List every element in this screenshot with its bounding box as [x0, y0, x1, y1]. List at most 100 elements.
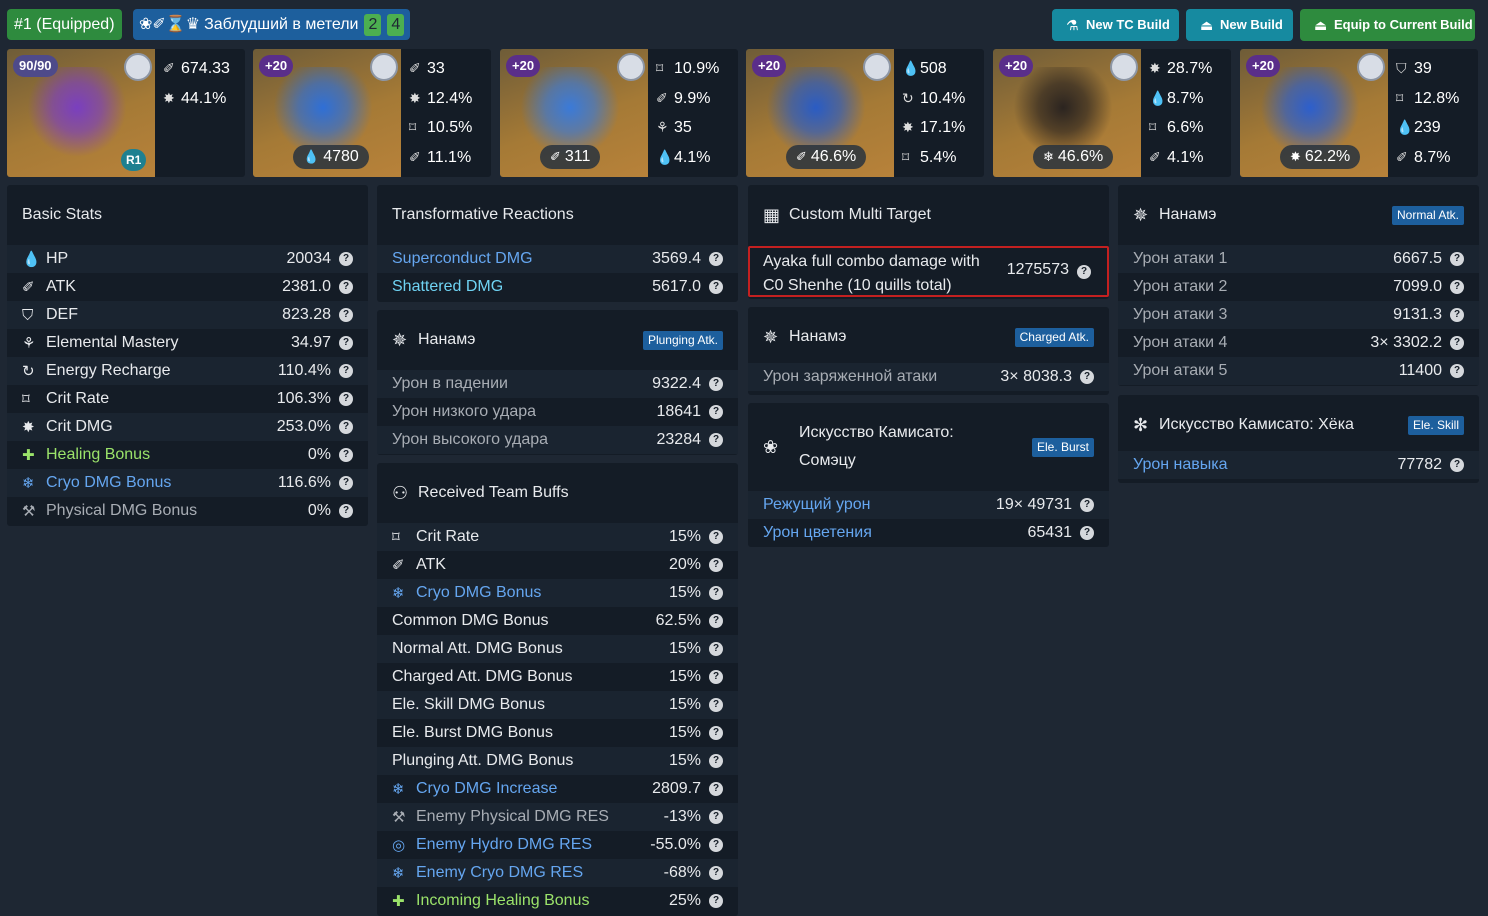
- main-stat-value: 62.2%: [1304, 148, 1351, 165]
- main-stat-icon: ✐: [796, 149, 807, 164]
- help-icon[interactable]: ?: [709, 894, 723, 908]
- stat-icon: ✐: [409, 60, 421, 76]
- new-tc-build-button[interactable]: ⚗ New TC Build: [1052, 9, 1179, 41]
- normal-list: Урон атаки 1 6667.5? Урон атаки 2 7099.0? Ур…: [1118, 245, 1479, 385]
- help-icon[interactable]: ?: [339, 252, 353, 266]
- substat: ✸ 17.1%: [902, 116, 980, 146]
- artifact-icon: [273, 67, 373, 157]
- stat-value: 15%: [668, 528, 701, 545]
- help-icon[interactable]: ?: [1450, 280, 1464, 294]
- help-icon[interactable]: ?: [339, 420, 353, 434]
- damage-row: Урон атаки 5 11400?: [1118, 357, 1479, 385]
- help-icon[interactable]: ?: [709, 726, 723, 740]
- stat-row: ↻ Energy Recharge 110.4%?: [7, 357, 368, 385]
- help-icon[interactable]: ?: [709, 280, 723, 294]
- artifact-icon: [520, 67, 620, 157]
- substat-value: 12.8%: [1414, 89, 1460, 107]
- substats: ⛉ 39 ⌑ 12.8% 💧239 ✐ 8.7%: [1396, 57, 1474, 175]
- help-icon[interactable]: ?: [1450, 364, 1464, 378]
- help-icon[interactable]: ?: [339, 336, 353, 350]
- help-icon[interactable]: ?: [339, 392, 353, 406]
- transformative-list: Superconduct DMG 3569.4? Shattered DMG 5617…: [377, 245, 738, 301]
- damage-row: Урон цветения 65431?: [748, 519, 1109, 547]
- help-icon[interactable]: ?: [709, 614, 723, 628]
- stat-row: ✚ Healing Bonus 0%?: [7, 441, 368, 469]
- substat: ⌑ 12.8%: [1396, 87, 1474, 117]
- stat-value: 6667.5: [1393, 250, 1442, 267]
- help-icon[interactable]: ?: [709, 866, 723, 880]
- damage-row: Урон атаки 3 9131.3?: [1118, 301, 1479, 329]
- main-stat: ✸ 62.2%: [1280, 145, 1361, 169]
- equip-build-button[interactable]: ⏏ Equip to Current Build: [1300, 9, 1475, 41]
- skill-panel: ✻ Искусство Камисато: Хёка Ele. Skill Ур…: [1118, 395, 1479, 483]
- substat: ✐ 33: [409, 57, 487, 87]
- help-icon[interactable]: ?: [1080, 498, 1094, 512]
- help-icon[interactable]: ?: [709, 405, 723, 419]
- help-icon[interactable]: ?: [339, 308, 353, 322]
- charged-list: Урон заряженной атаки 3× 8038.3?: [748, 363, 1109, 391]
- stat-row: ⚒ Physical DMG Bonus 0%?: [7, 497, 368, 525]
- help-icon[interactable]: ?: [709, 530, 723, 544]
- help-icon[interactable]: ?: [339, 448, 353, 462]
- panel-title: Transformative Reactions: [392, 206, 574, 223]
- artifact-card[interactable]: +20 💧 4780 ✐ 33 ✸ 12.4% ⌑ 10.5% ✐ 11.1%: [253, 49, 491, 177]
- artifact-card[interactable]: +20 ✐ 311 ⌑ 10.9% ✐ 9.9% ⚘ 35 💧4.1%: [500, 49, 738, 177]
- help-icon[interactable]: ?: [709, 810, 723, 824]
- substat-value: 4.1%: [1167, 148, 1204, 166]
- substat: ⌑ 6.6%: [1149, 116, 1227, 146]
- help-icon[interactable]: ?: [709, 698, 723, 712]
- stat-label: HP: [46, 250, 69, 267]
- help-icon[interactable]: ?: [339, 364, 353, 378]
- stat-value: 0%: [307, 502, 331, 519]
- substats: ✐ 674.33 ✸ 44.1%: [163, 57, 241, 116]
- equipped-badge[interactable]: #1 (Equipped): [7, 9, 122, 40]
- substat-value: 33: [427, 60, 445, 77]
- artifact-card[interactable]: +20 ✐ 46.6% 💧508 ↻ 10.4% ✸ 17.1% ⌑ 5.4%: [746, 49, 984, 177]
- help-icon[interactable]: ?: [1077, 265, 1091, 279]
- help-icon[interactable]: ?: [709, 586, 723, 600]
- stat-label: Superconduct DMG: [392, 250, 533, 267]
- help-icon[interactable]: ?: [709, 433, 723, 447]
- help-icon[interactable]: ?: [709, 782, 723, 796]
- help-icon[interactable]: ?: [709, 558, 723, 572]
- substat: ✸ 28.7%: [1149, 57, 1227, 87]
- stat-icon: ⛉: [22, 306, 34, 324]
- help-icon[interactable]: ?: [1080, 370, 1094, 384]
- substats: ⌑ 10.9% ✐ 9.9% ⚘ 35 💧4.1%: [656, 57, 734, 175]
- artifact-card[interactable]: +20 ✸ 62.2% ⛉ 39 ⌑ 12.8% 💧239 ✐ 8.7%: [1240, 49, 1478, 177]
- help-icon[interactable]: ?: [339, 280, 353, 294]
- stat-value: 65431: [1027, 524, 1073, 541]
- new-build-button[interactable]: ⏏ New Build: [1186, 9, 1293, 41]
- help-icon[interactable]: ?: [1450, 252, 1464, 266]
- stat-icon: ✸: [1149, 60, 1161, 76]
- substat: ⌑ 10.9%: [656, 57, 734, 87]
- artifact-set-badge[interactable]: ❀✐⌛♛ Заблудший в метели 2 4: [133, 9, 411, 40]
- artifact-icon: [1013, 67, 1113, 157]
- stat-value: 15%: [668, 640, 701, 657]
- help-icon[interactable]: ?: [1450, 308, 1464, 322]
- buff-row: ✚ Incoming Healing Bonus 25%?: [377, 887, 738, 915]
- help-icon[interactable]: ?: [709, 377, 723, 391]
- stat-row: ⚘ Elemental Mastery 34.97?: [7, 329, 368, 357]
- help-icon[interactable]: ?: [709, 838, 723, 852]
- help-icon[interactable]: ?: [709, 670, 723, 684]
- refinement-badge: R1: [121, 149, 147, 171]
- help-icon[interactable]: ?: [709, 642, 723, 656]
- help-icon[interactable]: ?: [709, 754, 723, 768]
- stat-value: 116.6%: [277, 474, 331, 491]
- stat-label: ATK: [46, 278, 76, 295]
- help-icon[interactable]: ?: [1450, 458, 1464, 472]
- stat-label: Ele. Burst DMG Bonus: [392, 724, 553, 741]
- help-icon[interactable]: ?: [339, 504, 353, 518]
- help-icon[interactable]: ?: [339, 476, 353, 490]
- stat-label: Incoming Healing Bonus: [416, 892, 590, 909]
- stat-label: Physical DMG Bonus: [46, 502, 198, 519]
- substats: ✐ 33 ✸ 12.4% ⌑ 10.5% ✐ 11.1%: [409, 57, 487, 175]
- substat-value: 12.4%: [427, 89, 473, 107]
- help-icon[interactable]: ?: [1080, 526, 1094, 540]
- custom-target-entry[interactable]: Ayaka full combo damage with C0 Shenhe (…: [748, 246, 1109, 297]
- artifact-card[interactable]: +20 ❄ 46.6% ✸ 28.7% 💧8.7% ⌑ 6.6% ✐ 4.1%: [993, 49, 1231, 177]
- help-icon[interactable]: ?: [1450, 336, 1464, 350]
- help-icon[interactable]: ?: [709, 252, 723, 266]
- weapon-card[interactable]: 90/90 R1 ✐ 674.33 ✸ 44.1%: [7, 49, 245, 177]
